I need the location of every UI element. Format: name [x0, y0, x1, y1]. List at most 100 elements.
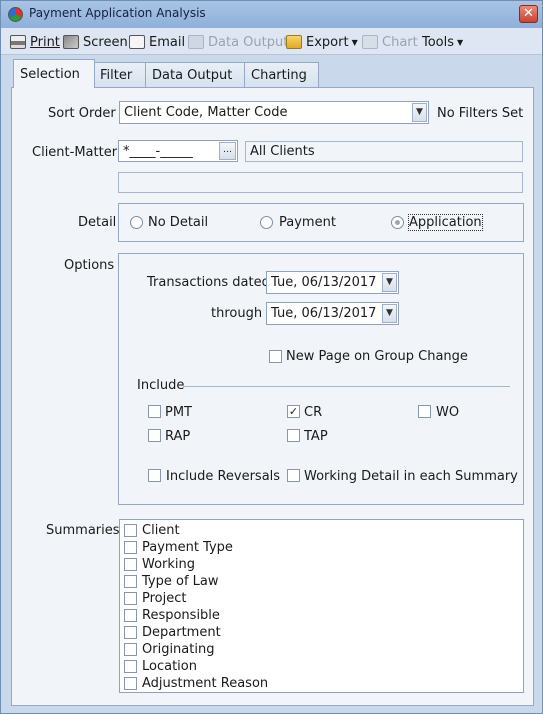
working-detail-label[interactable]: Working Detail in each Summary: [304, 469, 518, 484]
chart-label: Chart: [382, 34, 418, 50]
filter-status-text: No Filters Set: [437, 106, 524, 121]
email-icon: [129, 35, 145, 49]
browse-client-button[interactable]: …: [219, 142, 236, 160]
include-reversals-label[interactable]: Include Reversals: [166, 469, 280, 484]
summary-item-type-of-law[interactable]: Type of Law: [124, 573, 219, 590]
include-divider: [183, 386, 510, 387]
new-page-label[interactable]: New Page on Group Change: [286, 349, 468, 364]
sort-order-select[interactable]: Client Code, Matter Code ▼: [119, 101, 429, 124]
transactions-dated-picker[interactable]: Tue, 06/13/2017 ▼: [266, 271, 399, 294]
radio-application-label[interactable]: Application: [408, 214, 483, 231]
calendar-dropdown-icon[interactable]: ▼: [382, 273, 397, 292]
title-bar: Payment Application Analysis ✕: [1, 1, 542, 28]
include-tap-checkbox[interactable]: [287, 429, 300, 442]
app-window: Payment Application Analysis ✕ Print Scr…: [0, 0, 543, 714]
summary-item-responsible[interactable]: Responsible: [124, 607, 220, 624]
screen-icon: [63, 35, 79, 49]
summary-checkbox[interactable]: [124, 677, 137, 690]
client-matter-label: Client-Matter: [32, 145, 118, 160]
client-display-field: All Clients: [245, 141, 523, 162]
include-wo-checkbox[interactable]: [418, 405, 431, 418]
through-date-value: Tue, 06/13/2017: [271, 306, 377, 321]
summary-checkbox[interactable]: [124, 524, 137, 537]
screen-label: Screen: [83, 34, 128, 50]
selection-panel: Sort Order Client Code, Matter Code ▼ No…: [11, 87, 534, 706]
email-label: Email: [149, 34, 186, 50]
detail-label: Detail: [78, 215, 117, 230]
toolbar: Print Screen Email Data Output Export ▼ …: [1, 28, 542, 55]
client-display-value: All Clients: [250, 144, 315, 159]
screen-button[interactable]: Screen: [63, 33, 128, 51]
data-output-button[interactable]: Data Output: [188, 33, 288, 51]
new-page-checkbox[interactable]: [269, 350, 282, 363]
radio-no-detail-label[interactable]: No Detail: [148, 215, 208, 230]
summaries-list[interactable]: Client Payment Type Working Type of Law …: [119, 519, 524, 693]
calendar-dropdown-icon[interactable]: ▼: [382, 304, 397, 323]
include-cr-label[interactable]: CR: [304, 405, 322, 420]
sort-order-label: Sort Order: [48, 106, 116, 121]
radio-payment-label[interactable]: Payment: [279, 215, 336, 230]
through-label: through: [211, 306, 263, 321]
include-cr-checkbox[interactable]: ✓: [287, 405, 300, 418]
summary-checkbox[interactable]: [124, 558, 137, 571]
radio-application[interactable]: [391, 216, 404, 229]
client-display-field-secondary: [118, 172, 523, 193]
email-button[interactable]: Email: [129, 33, 185, 51]
tab-charting[interactable]: Charting: [244, 62, 319, 88]
summary-label: Project: [142, 591, 187, 606]
include-reversals-checkbox[interactable]: [148, 469, 161, 482]
options-label: Options: [64, 258, 115, 273]
tab-data-output[interactable]: Data Output: [145, 62, 246, 88]
summary-checkbox[interactable]: [124, 643, 137, 656]
include-pmt-checkbox[interactable]: [148, 405, 161, 418]
client-matter-value: *____-_____: [123, 144, 193, 159]
include-label: Include: [137, 378, 185, 393]
summary-label: Payment Type: [142, 540, 233, 555]
summary-label: Department: [142, 625, 221, 640]
summary-item-location[interactable]: Location: [124, 658, 197, 675]
tools-menu[interactable]: Tools ▼: [422, 33, 463, 51]
sort-order-value: Client Code, Matter Code: [124, 105, 288, 120]
summary-item-working[interactable]: Working: [124, 556, 195, 573]
summary-checkbox[interactable]: [124, 592, 137, 605]
chart-button[interactable]: Chart: [362, 33, 418, 51]
summary-checkbox[interactable]: [124, 541, 137, 554]
summary-item-adjustment-reason[interactable]: Adjustment Reason: [124, 675, 268, 692]
summary-checkbox[interactable]: [124, 660, 137, 673]
transactions-dated-value: Tue, 06/13/2017: [271, 275, 377, 290]
chevron-down-icon[interactable]: ▼: [412, 103, 427, 122]
include-rap-checkbox[interactable]: [148, 429, 161, 442]
options-group: Transactions dated Tue, 06/13/2017 ▼ thr…: [118, 253, 524, 505]
include-wo-label[interactable]: WO: [436, 405, 459, 420]
summary-label: Type of Law: [142, 574, 219, 589]
data-output-icon: [188, 35, 204, 49]
summary-label: Responsible: [142, 608, 220, 623]
print-button[interactable]: Print: [10, 33, 60, 51]
through-date-picker[interactable]: Tue, 06/13/2017 ▼: [266, 302, 399, 325]
close-button[interactable]: ✕: [519, 5, 538, 23]
summary-checkbox[interactable]: [124, 609, 137, 622]
tab-strip: Selection Filter Data Output Charting: [13, 59, 533, 88]
summary-item-originating[interactable]: Originating: [124, 641, 214, 658]
include-rap-label[interactable]: RAP: [165, 429, 190, 444]
transactions-dated-label: Transactions dated: [147, 275, 270, 290]
include-pmt-label[interactable]: PMT: [165, 405, 192, 420]
include-tap-label[interactable]: TAP: [304, 429, 328, 444]
summary-item-department[interactable]: Department: [124, 624, 221, 641]
export-button[interactable]: Export ▼: [286, 33, 358, 51]
working-detail-checkbox[interactable]: [287, 469, 300, 482]
tab-filter[interactable]: Filter: [93, 62, 147, 88]
summary-label: Originating: [142, 642, 215, 657]
radio-payment[interactable]: [260, 216, 273, 229]
export-caret-icon: ▼: [351, 37, 358, 47]
radio-no-detail[interactable]: [130, 216, 143, 229]
tab-selection[interactable]: Selection: [13, 59, 95, 88]
data-output-label: Data Output: [208, 34, 289, 50]
summary-label: Client: [142, 523, 180, 538]
summary-item-payment-type[interactable]: Payment Type: [124, 539, 233, 556]
summary-checkbox[interactable]: [124, 575, 137, 588]
summary-item-project[interactable]: Project: [124, 590, 186, 607]
app-icon: [8, 7, 23, 22]
summary-checkbox[interactable]: [124, 626, 137, 639]
summary-item-client[interactable]: Client: [124, 522, 180, 539]
